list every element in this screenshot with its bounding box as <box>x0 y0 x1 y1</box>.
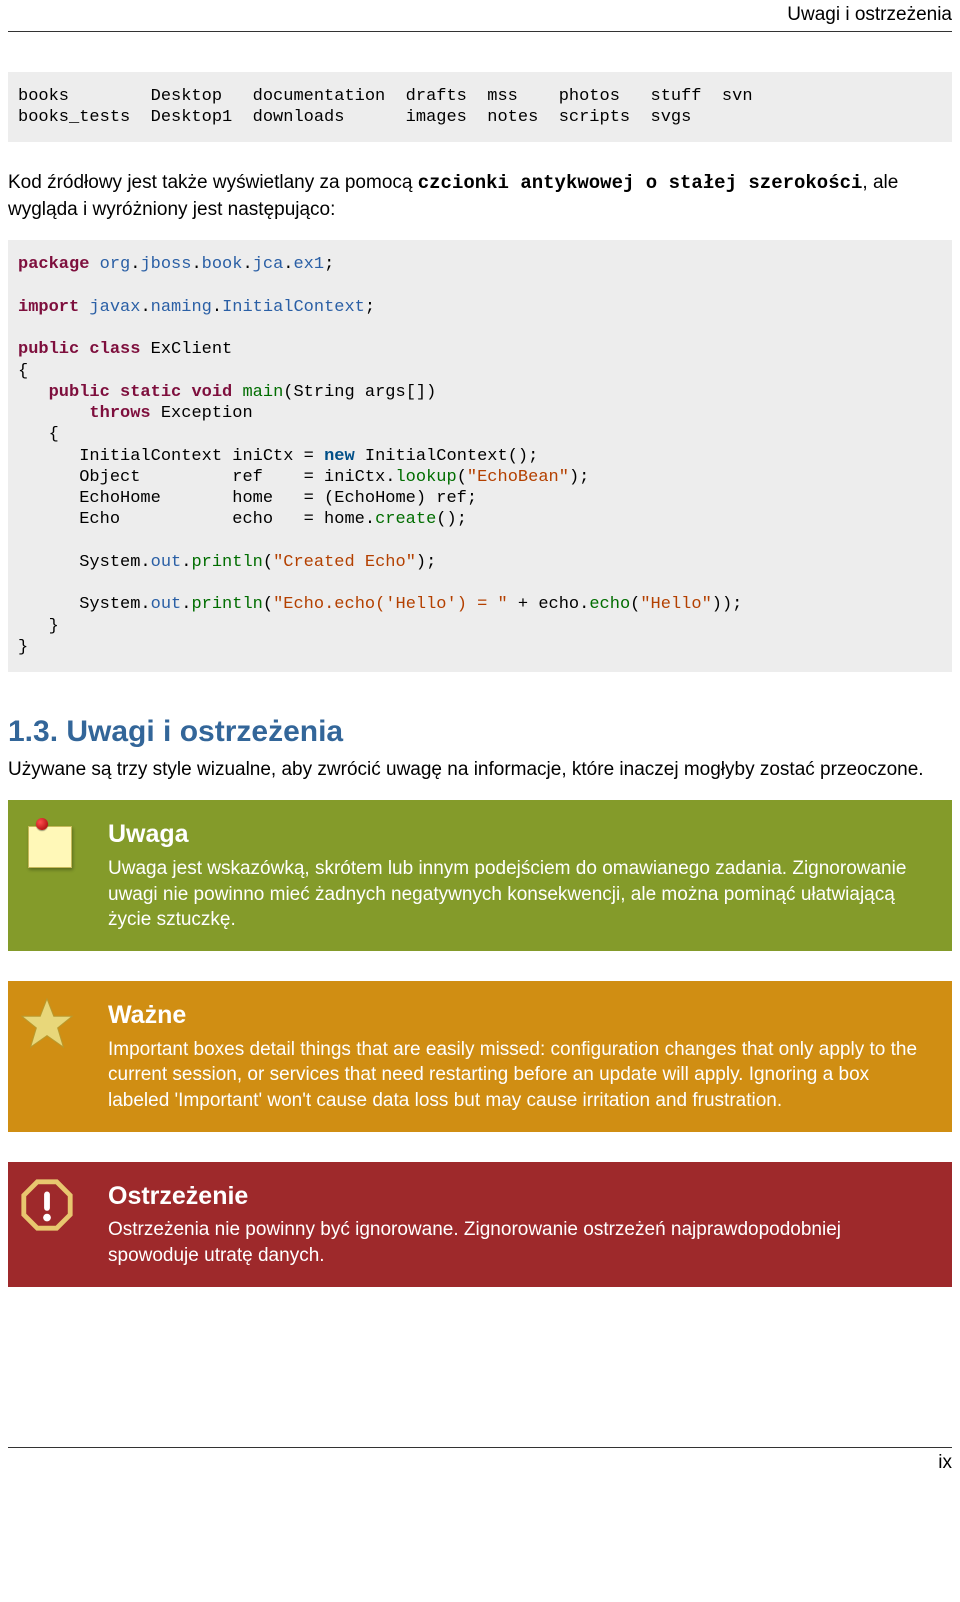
page-footer: ix <box>8 1447 952 1476</box>
section-intro: Używane są trzy style wizualne, aby zwró… <box>8 757 952 783</box>
admonition-important: Ważne Important boxes detail things that… <box>8 981 952 1132</box>
page-header: Uwagi i ostrzeżenia <box>8 0 952 32</box>
warning-body: Ostrzeżenia nie powinny być ignorowane. … <box>108 1217 934 1268</box>
java-source-block: package org.jboss.book.jca.ex1; import j… <box>8 240 952 672</box>
note-icon <box>18 814 76 872</box>
mono-bold-span: czcionki antykwowej o stałej szerokości <box>418 172 863 194</box>
admonition-warning: Ostrzeżenie Ostrzeżenia nie powinny być … <box>8 1162 952 1287</box>
note-title: Uwaga <box>108 818 934 852</box>
source-intro-paragraph: Kod źródłowy jest także wyświetlany za p… <box>8 170 952 222</box>
section-title: 1.3. Uwagi i ostrzeżenia <box>8 712 952 753</box>
note-body: Uwaga jest wskazówką, skrótem lub innym … <box>108 856 934 933</box>
important-icon <box>18 995 76 1053</box>
ls-output-block: books Desktop documentation drafts mss p… <box>8 72 952 143</box>
important-body: Important boxes detail things that are e… <box>108 1037 934 1114</box>
admonition-note: Uwaga Uwaga jest wskazówką, skrótem lub … <box>8 800 952 951</box>
important-title: Ważne <box>108 999 934 1033</box>
warning-title: Ostrzeżenie <box>108 1180 934 1214</box>
header-right-text: Uwagi i ostrzeżenia <box>787 4 952 25</box>
warning-icon <box>18 1176 76 1234</box>
text-span: Kod źródłowy jest także wyświetlany za p… <box>8 172 418 193</box>
footer-page-number: ix <box>938 1452 952 1473</box>
